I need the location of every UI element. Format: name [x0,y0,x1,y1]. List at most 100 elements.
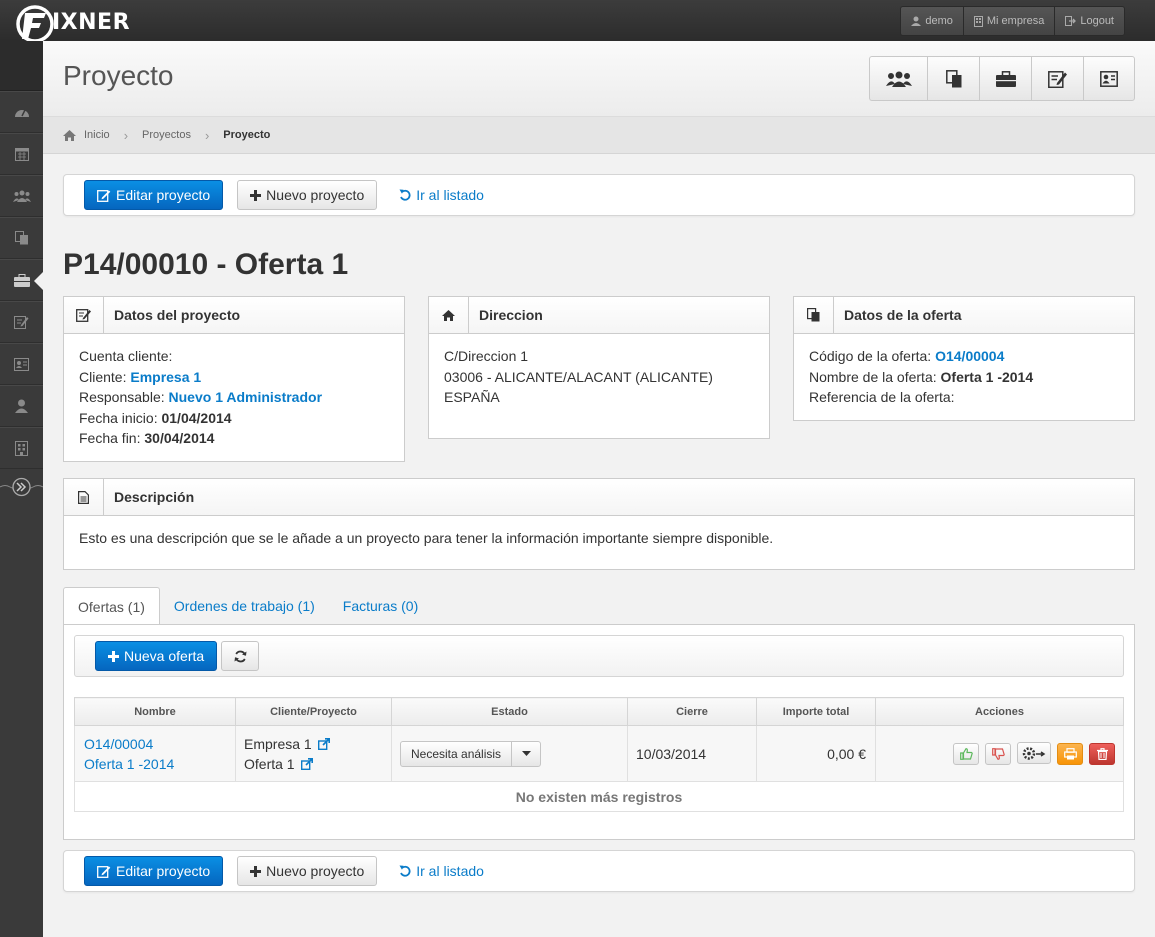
start-date-value: 01/04/2014 [161,409,232,426]
go-to-list-link[interactable]: Ir al listado [387,180,496,210]
building-icon [15,440,28,456]
reject-button[interactable] [985,742,1012,765]
sidebar-item-building[interactable] [0,427,43,469]
new-offer-button[interactable]: Nueva oferta [95,641,218,671]
company-button[interactable]: Mi empresa [962,6,1055,36]
briefcase-icon [995,70,1016,87]
edit-project-button-bottom[interactable]: Editar proyecto [84,856,224,886]
header-button-invoices[interactable] [1083,56,1135,101]
header-button-work-orders[interactable] [1031,56,1083,101]
fixner-logo-icon [16,5,54,43]
address-body: C/Direccion 1 03006 - ALICANTE/ALACANT (… [429,334,769,420]
cogs-arrow-icon [1022,747,1046,760]
client-link[interactable]: Empresa 1 [130,369,201,385]
chevron-right-icon: › [123,127,129,143]
end-date-label: Fecha fin: [79,430,141,446]
user-button[interactable]: demo [900,6,963,36]
users-icon [885,71,912,87]
sidebar-collapse-toggle[interactable] [0,469,43,505]
go-to-list-link-bottom[interactable]: Ir al listado [387,856,496,886]
tab-ordenes-trabajo[interactable]: Ordenes de trabajo (1) [160,587,329,625]
offer-name-value: Oferta 1 -2014 [940,368,1034,385]
cell-project-text: Oferta 1 [244,755,295,772]
edit-project-button[interactable]: Editar proyecto [84,180,224,210]
app-logo[interactable]: IXNER [14,4,131,43]
sidebar-item-users[interactable] [0,175,43,217]
undo-icon [399,865,411,877]
column-header-estado[interactable]: Estado [391,697,628,726]
client-account-row: Cuenta cliente: [79,346,389,367]
edit-icon [97,865,111,878]
print-button[interactable] [1057,742,1084,765]
column-header-acciones: Acciones [875,697,1124,726]
sidebar-item-dashboard[interactable] [0,91,43,133]
logout-label: Logout [1080,15,1114,27]
column-header-nombre[interactable]: Nombre [74,697,236,726]
plus-icon [250,865,262,877]
new-project-label: Nuevo proyecto [266,187,365,203]
refresh-icon [234,650,247,662]
header-button-clients[interactable] [869,56,927,101]
sidebar-item-documents[interactable] [0,217,43,259]
breadcrumb-home[interactable]: Inicio [84,129,110,141]
contact-card-icon [14,357,29,371]
offer-reference-label: Referencia de la oferta: [809,389,955,405]
user-icon [911,16,922,26]
start-date-label: Fecha inicio: [79,409,158,426]
offer-code-link[interactable]: O14/00004 [935,348,1004,364]
convert-button[interactable] [1017,742,1052,765]
offer-data-body: Código de la oferta: O14/00004 Nombre de… [794,334,1134,420]
sidebar-item-calendar[interactable] [0,133,43,175]
cell-cierre: 10/03/2014 [627,725,757,782]
external-link-icon[interactable] [300,757,313,770]
sidebar-item-projects[interactable] [0,259,43,301]
dashboard-icon [14,109,29,117]
logo-text: IXNER [52,9,131,35]
offer-name-cell-link[interactable]: Oferta 1 -2014 [84,754,235,774]
page-header: Proyecto [43,41,1155,117]
caret-down-icon[interactable] [512,751,540,756]
copy-documents-icon [945,69,961,87]
address-line-3: ESPAÑA [444,389,500,405]
address-title: Direccion [479,307,543,323]
tab-ofertas[interactable]: Ofertas (1) [63,587,160,625]
status-dropdown-label: Necesita análisis [401,741,513,766]
copy-documents-icon [14,231,28,245]
offers-table: Nombre Cliente/Proyecto Estado Cierre Im… [74,697,1124,812]
responsible-row: Responsable: Nuevo 1 Administrador [79,387,389,408]
description-text: Esto es una descripción que se le añade … [79,530,774,546]
thumbs-up-icon [960,747,973,760]
refresh-button[interactable] [221,641,260,671]
double-chevron-right-icon [0,477,43,497]
column-header-cierre[interactable]: Cierre [627,697,757,726]
column-header-cliente-proyecto[interactable]: Cliente/Proyecto [235,697,392,726]
column-header-importe[interactable]: Importe total [756,697,876,726]
delete-button[interactable] [1089,742,1115,765]
status-dropdown[interactable]: Necesita análisis [400,740,542,767]
header-button-offers[interactable] [927,56,979,101]
tab-facturas[interactable]: Facturas (0) [329,587,432,625]
offer-name-label: Nombre de la oferta: [809,368,937,385]
print-icon [1063,747,1077,760]
new-project-label: Nuevo proyecto [266,863,365,879]
cell-client: Empresa 1 [244,734,391,754]
company-label: Mi empresa [986,15,1045,27]
copy-documents-icon [794,296,834,334]
client-account-label: Cuenta cliente: [79,348,173,364]
breadcrumb-projects[interactable]: Proyectos [142,129,191,141]
new-project-button-bottom[interactable]: Nuevo proyecto [237,856,378,886]
new-project-button[interactable]: Nuevo proyecto [237,180,378,210]
empty-row: No existen más registros [74,781,1124,812]
sidebar-item-edit[interactable] [0,301,43,343]
header-button-projects[interactable] [979,56,1031,101]
sidebar-item-user[interactable] [0,385,43,427]
offer-code-cell-link[interactable]: O14/00004 [84,734,235,754]
description-panel: Descripción Esto es una descripción que … [63,478,1135,570]
responsible-link[interactable]: Nuevo 1 Administrador [169,389,323,405]
external-link-icon[interactable] [317,737,330,750]
cell-client-text: Empresa 1 [244,735,312,752]
approve-button[interactable] [953,742,980,765]
sidebar-item-contacts[interactable] [0,343,43,385]
logout-button[interactable]: Logout [1054,6,1125,36]
cell-cliente-proyecto: Empresa 1 Oferta 1 [235,725,392,782]
